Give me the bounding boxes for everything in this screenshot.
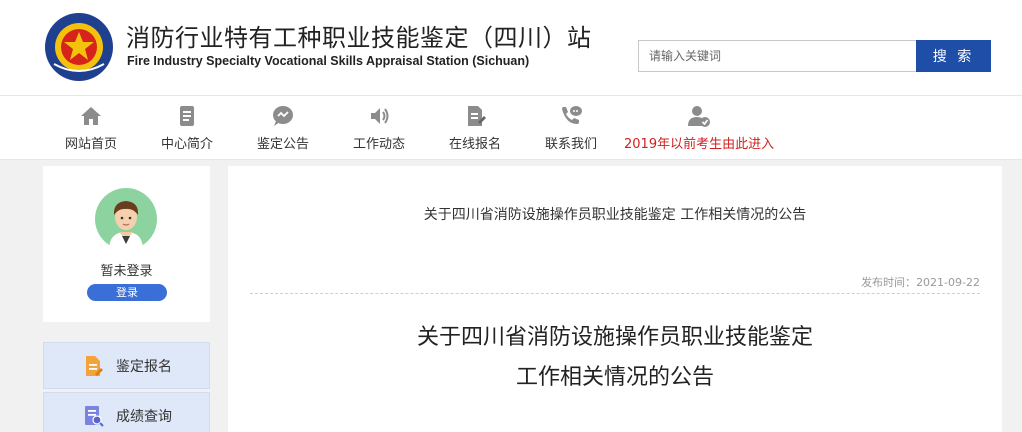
phone-chat-icon xyxy=(562,106,582,124)
nav-label: 网站首页 xyxy=(64,137,117,152)
nav-label: 2019年以前考生由此进入 xyxy=(624,137,775,152)
nav-label: 在线报名 xyxy=(448,137,501,152)
user-check-icon xyxy=(688,106,710,127)
speaker-icon xyxy=(371,108,389,124)
nav-label: 联系我们 xyxy=(544,137,597,152)
sidebar-item-label: 成绩查询 xyxy=(116,408,172,425)
divider xyxy=(250,293,980,294)
nav-item-about[interactable]: 中心简介 xyxy=(158,104,216,154)
sidebar-item-score-query[interactable]: 成绩查询 xyxy=(43,392,210,432)
article-title-line2: 工作相关情况的公告 xyxy=(515,365,714,390)
nav-label: 鉴定公告 xyxy=(256,137,309,152)
site-header: 消防行业特有工种职业技能鉴定（四川）站 Fire Industry Specia… xyxy=(0,0,1022,96)
user-card: 暂未登录 登录 xyxy=(43,166,210,322)
nav-label: 工作动态 xyxy=(352,137,405,152)
nav-item-contact[interactable]: 联系我们 xyxy=(542,104,600,154)
site-title: 消防行业特有工种职业技能鉴定（四川）站 xyxy=(126,24,592,52)
login-button[interactable]: 登录 xyxy=(87,284,167,301)
sidebar-item-registration[interactable]: 鉴定报名 xyxy=(43,342,210,389)
form-edit-icon xyxy=(468,106,486,126)
article-card: 关于四川省消防设施操作员职业技能鉴定 工作相关情况的公告 发布时间：2021-0… xyxy=(228,166,1002,432)
nav-label: 中心简介 xyxy=(160,137,213,152)
search-bar: 搜 索 xyxy=(638,40,991,72)
document-icon xyxy=(180,106,194,126)
article-title: 关于四川省消防设施操作员职业技能鉴定 工作相关情况的公告 xyxy=(228,318,1002,398)
article-title-line1: 关于四川省消防设施操作员职业技能鉴定 xyxy=(416,325,813,350)
fire-rescue-emblem-icon[interactable] xyxy=(44,12,114,82)
publish-info: 发布时间：2021-09-22 xyxy=(861,274,980,290)
site-subtitle: Fire Industry Specialty Vocational Skill… xyxy=(127,54,530,68)
publish-date: 2021-09-22 xyxy=(916,276,980,289)
avatar xyxy=(95,188,157,250)
nav-item-announcements[interactable]: 鉴定公告 xyxy=(254,104,312,154)
article-breadcrumb-title: 关于四川省消防设施操作员职业技能鉴定 工作相关情况的公告 xyxy=(423,207,807,223)
publish-label: 发布时间： xyxy=(861,276,917,289)
login-status-text: 暂未登录 xyxy=(100,264,153,279)
nav-item-news[interactable]: 工作动态 xyxy=(350,104,408,154)
nav-item-online-registration[interactable]: 在线报名 xyxy=(446,104,504,154)
chat-bubble-icon xyxy=(273,106,293,126)
main-nav: 网站首页 中心简介 鉴定公告 工作动态 在线报名 联系我们 2019年以前考生由… xyxy=(0,96,1022,160)
nav-item-legacy-candidates[interactable]: 2019年以前考生由此进入 xyxy=(624,104,774,154)
home-icon xyxy=(81,107,101,125)
search-input[interactable] xyxy=(638,40,916,72)
score-query-icon xyxy=(85,405,104,427)
search-button[interactable]: 搜 索 xyxy=(916,40,991,72)
nav-item-home[interactable]: 网站首页 xyxy=(62,104,120,154)
sidebar-item-label: 鉴定报名 xyxy=(116,358,172,375)
register-file-icon xyxy=(86,355,103,376)
